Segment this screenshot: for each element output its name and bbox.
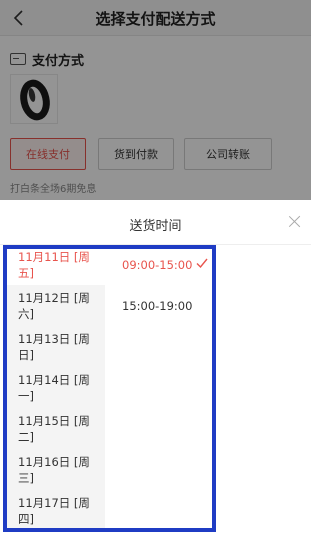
time-slot[interactable]: 09:00-15:00 <box>105 245 311 285</box>
delivery-time-sheet: 送货时间 11月11日 [周五] 11月12日 [周六] 11月13日 [周日]… <box>0 200 311 533</box>
date-item[interactable]: 11月17日 [周四] <box>4 491 105 531</box>
time-list: 09:00-15:00 15:00-19:00 <box>105 245 311 531</box>
time-slot[interactable]: 15:00-19:00 <box>105 286 311 326</box>
date-item[interactable]: 11月12日 [周六] <box>4 286 105 326</box>
check-icon <box>196 258 208 269</box>
time-slot-label: 09:00-15:00 <box>122 258 193 272</box>
date-item[interactable]: 11月14日 [周一] <box>4 368 105 408</box>
date-item[interactable]: 11月11日 [周五] <box>4 245 105 285</box>
date-item[interactable]: 11月13日 [周日] <box>4 327 105 367</box>
date-list: 11月11日 [周五] 11月12日 [周六] 11月13日 [周日] 11月1… <box>4 245 105 531</box>
date-item[interactable]: 11月15日 [周二] <box>4 409 105 449</box>
time-slot-label: 15:00-19:00 <box>122 299 193 313</box>
date-item[interactable]: 11月16日 [周三] <box>4 450 105 490</box>
close-icon[interactable] <box>289 215 301 227</box>
sheet-title: 送货时间 <box>129 219 182 234</box>
